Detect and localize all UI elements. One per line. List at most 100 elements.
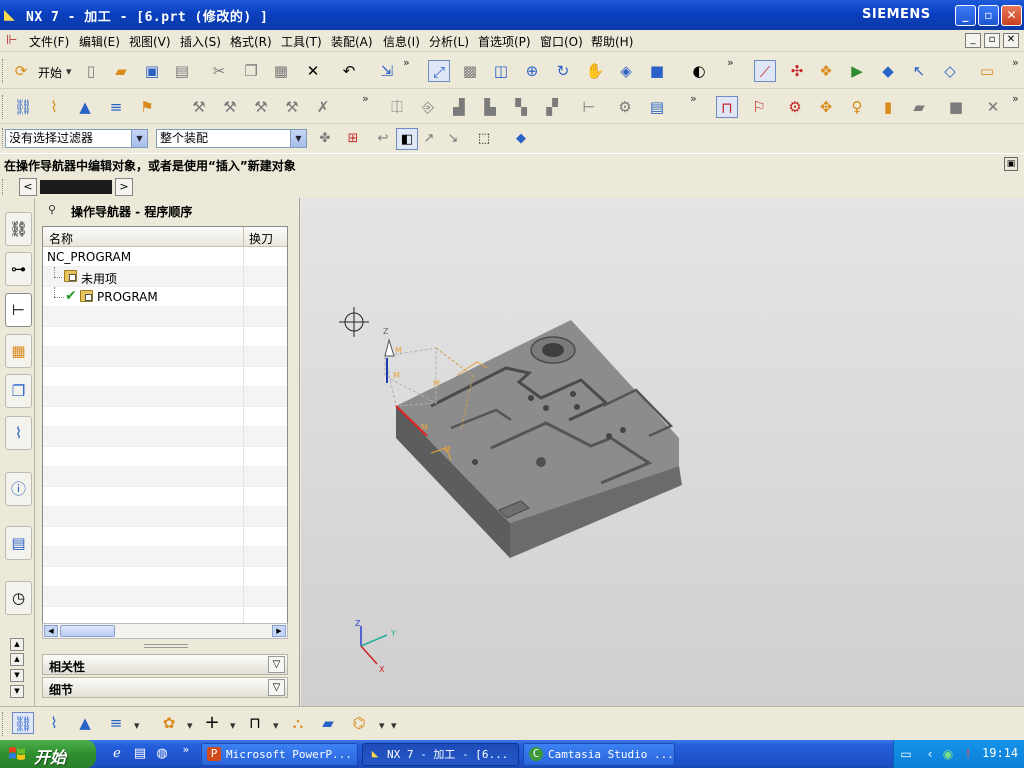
bottom-dropdown-arrow-3[interactable]: ▾ — [230, 719, 236, 732]
generate-toolpath-icon[interactable]: ⚒ — [188, 96, 210, 118]
shop-docs-icon[interactable]: ⚙ — [614, 96, 636, 118]
task-camtasia[interactable]: C Camtasia Studio ... — [523, 743, 675, 766]
scroll-right-button[interactable]: ▶ — [272, 625, 286, 637]
tool-view-icon[interactable]: ◇ — [939, 60, 961, 82]
machine-info-icon[interactable]: ⚙ — [784, 96, 806, 118]
column-name[interactable]: 名称 — [49, 230, 73, 247]
blank-icon[interactable]: ▰ — [908, 96, 930, 118]
wcs-origin-icon[interactable]: ✣ — [786, 60, 808, 82]
toolbar-overflow-4[interactable]: » — [362, 92, 369, 105]
column-divider[interactable] — [243, 227, 244, 247]
zoom-window-icon[interactable]: ▩ — [459, 60, 481, 82]
selection-icon[interactable]: ⇲ — [376, 60, 398, 82]
list-toolpath-icon[interactable]: ⚒ — [281, 96, 303, 118]
snap-point-icon[interactable]: ⊞ — [342, 128, 364, 150]
minimize-button[interactable]: _ — [955, 5, 976, 26]
rectangle-select-icon[interactable]: ⬚ — [473, 128, 495, 150]
media-quicklaunch-icon[interactable]: ◍ — [154, 746, 170, 762]
details-section[interactable]: 细节 ▽ — [42, 677, 288, 698]
dependencies-section[interactable]: 相关性 ▽ — [42, 654, 288, 675]
menu-edit[interactable]: 编辑(E) — [79, 33, 120, 50]
column-tool-change[interactable]: 换刀 — [249, 230, 273, 247]
toolbar-overflow[interactable]: » — [403, 56, 410, 69]
toolbar-grip-2[interactable] — [2, 95, 5, 119]
start-menu-button[interactable]: 开始 — [38, 64, 62, 81]
undo-selection-icon[interactable]: ↩ — [372, 128, 394, 150]
edit-object-icon[interactable]: ⎅ — [386, 96, 408, 118]
menu-preferences[interactable]: 首选项(P) — [478, 33, 531, 50]
resource-forward-button[interactable]: > — [115, 178, 133, 196]
strip-scroll-top[interactable]: ▲ — [10, 638, 24, 651]
expand-dependencies-button[interactable]: ▽ — [268, 656, 285, 673]
rendering-style-icon[interactable]: ◐ — [688, 60, 710, 82]
zoom-area-icon[interactable]: ◫ — [490, 60, 512, 82]
machining-feature-tab[interactable]: ⌇ — [5, 416, 32, 450]
machine-tool-navigator-tab[interactable]: ▦ — [5, 334, 32, 368]
workpiece-part[interactable] — [396, 320, 682, 558]
delete-toolpath-icon[interactable]: ✗ — [312, 96, 334, 118]
strip-scroll-down[interactable]: ▼ — [10, 669, 24, 682]
web-browser-tab[interactable]: ⓘ — [5, 472, 32, 506]
delete-icon[interactable]: ✕ — [302, 60, 324, 82]
toolbar-grip-5[interactable] — [2, 712, 5, 736]
start-dropdown-arrow[interactable]: ▾ — [66, 65, 72, 78]
program-order-view-icon[interactable]: ⛓ — [12, 712, 34, 734]
scroll-thumb[interactable] — [60, 625, 115, 637]
machine-tool-view-icon[interactable]: ▶ — [846, 60, 868, 82]
zoom-icon[interactable]: ⊕ — [521, 60, 543, 82]
paste-object-icon[interactable]: ▙ — [479, 96, 501, 118]
copy-object-icon[interactable]: ▟ — [448, 96, 470, 118]
save-icon[interactable]: ▣ — [141, 60, 163, 82]
menu-help[interactable]: 帮助(H) — [591, 33, 633, 50]
replay-toolpath-icon[interactable]: ⚒ — [219, 96, 241, 118]
output-cls-icon[interactable]: ▤ — [646, 96, 668, 118]
feature-select-icon[interactable]: ↘ — [442, 128, 464, 150]
display-options-icon[interactable]: ✿ — [158, 712, 180, 734]
new-file-icon[interactable]: ▯ — [80, 60, 102, 82]
curve-rule-icon[interactable]: ↗ — [418, 128, 440, 150]
remove-icon[interactable]: ✕ — [982, 96, 1004, 118]
bottom-dropdown-arrow-6[interactable]: ▾ — [391, 719, 397, 732]
toolbar-overflow-6[interactable]: » — [1012, 92, 1019, 105]
strip-scroll-up[interactable]: ▲ — [10, 653, 24, 666]
plane-constructor-icon[interactable]: ▰ — [317, 712, 339, 734]
feedback-icon[interactable]: ⊓ — [716, 96, 738, 118]
select-icon[interactable]: ↖ — [908, 60, 930, 82]
camtasia-tray-icon[interactable]: ◉ — [940, 746, 956, 762]
rename-object-icon[interactable]: ▚ — [510, 96, 532, 118]
machine-tool-view-icon-2[interactable]: ⌇ — [43, 712, 65, 734]
wcs-dynamics-icon[interactable]: ⟋ — [754, 60, 776, 82]
panel-splitter[interactable] — [144, 644, 188, 648]
paste-icon[interactable]: ▦ — [270, 60, 292, 82]
recording-tray-icon[interactable]: ! — [960, 746, 976, 762]
ie-quicklaunch-icon[interactable]: ℯ — [109, 746, 125, 762]
general-filter-icon[interactable]: ✤ — [314, 128, 336, 150]
quicklaunch-overflow[interactable]: » — [178, 742, 194, 758]
doc-close-button[interactable]: ✕ — [1003, 33, 1019, 48]
menu-tools[interactable]: 工具(T) — [281, 33, 322, 50]
cut-icon[interactable]: ✂ — [208, 60, 230, 82]
fit-view-icon[interactable]: ⤢ — [428, 60, 450, 82]
point-constructor-icon[interactable]: + — [201, 712, 223, 734]
snap-settings-icon[interactable]: ⌬ — [348, 712, 370, 734]
tool-info-icon[interactable]: ⚐ — [748, 96, 770, 118]
toolbar-grip-4[interactable] — [2, 179, 5, 195]
menu-information[interactable]: 信息(I) — [383, 33, 420, 50]
print-icon[interactable]: ▤ — [171, 60, 193, 82]
tray-collapse-icon[interactable]: ‹ — [922, 746, 938, 762]
select-all-icon[interactable]: ◆ — [510, 128, 532, 150]
verify-toolpath-icon[interactable]: ⚒ — [250, 96, 272, 118]
chevron-down-icon[interactable]: ▼ — [131, 130, 147, 147]
strip-scroll-bottom[interactable]: ▼ — [10, 685, 24, 698]
nx-menu-icon[interactable]: ⊩ — [6, 33, 22, 49]
copy-icon[interactable]: ❐ — [240, 60, 262, 82]
graphics-window[interactable]: Z M M M M M Z Y X — [301, 198, 1024, 706]
create-program-icon[interactable]: ⛓ — [12, 96, 34, 118]
menu-file[interactable]: 文件(F) — [29, 33, 69, 50]
toolbar-overflow-3[interactable]: » — [1012, 56, 1019, 69]
measure-icon[interactable]: ▭ — [976, 60, 998, 82]
chevron-down-icon[interactable]: ▼ — [290, 130, 306, 147]
start-icon[interactable]: ⟳ — [10, 60, 32, 82]
rotate-icon[interactable]: ↻ — [552, 60, 574, 82]
nx-app-icon[interactable]: ◣ — [4, 7, 20, 23]
